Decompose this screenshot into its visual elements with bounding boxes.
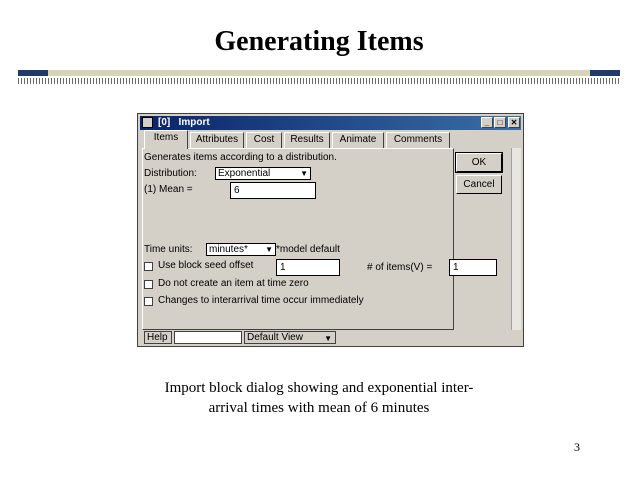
mean-input[interactable]: 6: [230, 182, 316, 199]
mean-label: (1) Mean =: [144, 184, 193, 195]
tab-items[interactable]: Items: [144, 130, 188, 149]
dialog-titlebar[interactable]: [0] Import _ □ ✕: [140, 116, 521, 130]
seed-offset-checkbox[interactable]: [144, 262, 153, 271]
distribution-label: Distribution:: [144, 168, 197, 179]
distribution-value: Exponential: [218, 168, 271, 179]
status-field: [174, 331, 242, 344]
chevron-down-icon: ▼: [324, 334, 332, 343]
time-units-value: minutes*: [209, 244, 248, 255]
help-button[interactable]: Help: [144, 331, 172, 344]
caption-line-1: Import block dialog showing and exponent…: [164, 380, 474, 396]
time-units-select[interactable]: minutes* ▼: [206, 243, 276, 256]
seed-offset-input[interactable]: 1: [276, 259, 340, 276]
tab-comments[interactable]: Comments: [386, 132, 450, 148]
tab-attributes[interactable]: Attributes: [190, 132, 244, 148]
minimize-button[interactable]: _: [481, 117, 493, 128]
close-button[interactable]: ✕: [508, 117, 520, 128]
tab-animate[interactable]: Animate: [332, 132, 384, 148]
tab-results[interactable]: Results: [284, 132, 330, 148]
rule-right-block: [590, 70, 620, 76]
num-items-label: # of items(V) =: [367, 262, 433, 273]
rule-middle-band: [48, 70, 590, 76]
slide-caption: Import block dialog showing and exponent…: [0, 378, 638, 418]
rule-dotted-line: [18, 78, 620, 84]
system-menu-icon[interactable]: [142, 117, 153, 128]
title-rule: [18, 70, 620, 86]
dialog-title: [0] Import: [158, 117, 210, 128]
time-units-label: Time units:: [144, 244, 193, 255]
chevron-down-icon: ▼: [265, 245, 273, 254]
no-item-zero-checkbox[interactable]: [144, 280, 153, 289]
model-default-note: *model default: [276, 244, 340, 255]
view-value: Default View: [247, 332, 303, 343]
maximize-button[interactable]: □: [494, 117, 506, 128]
tab-cost[interactable]: Cost: [246, 132, 282, 148]
import-dialog: [0] Import _ □ ✕ Items Attributes Cost R…: [137, 113, 524, 347]
cancel-button[interactable]: Cancel: [456, 175, 502, 194]
seed-offset-label: Use block seed offset: [158, 260, 254, 271]
interarrival-change-label: Changes to interarrival time occur immed…: [158, 295, 364, 306]
distribution-select[interactable]: Exponential ▼: [215, 167, 311, 180]
no-item-zero-label: Do not create an item at time zero: [158, 278, 309, 289]
description-text: Generates items according to a distribut…: [144, 152, 337, 163]
rule-left-block: [18, 70, 48, 76]
page-number: 3: [574, 440, 580, 454]
slide-title: Generating Items: [214, 26, 424, 57]
view-select[interactable]: Default View ▼: [244, 331, 336, 344]
num-items-input[interactable]: 1: [449, 259, 497, 276]
vertical-scrollbar[interactable]: [511, 148, 521, 330]
interarrival-change-checkbox[interactable]: [144, 297, 153, 306]
status-bar: Help Default View ▼: [140, 331, 521, 345]
caption-line-2: arrival times with mean of 6 minutes: [208, 400, 430, 416]
ok-button[interactable]: OK: [455, 152, 503, 173]
chevron-down-icon: ▼: [300, 169, 308, 178]
